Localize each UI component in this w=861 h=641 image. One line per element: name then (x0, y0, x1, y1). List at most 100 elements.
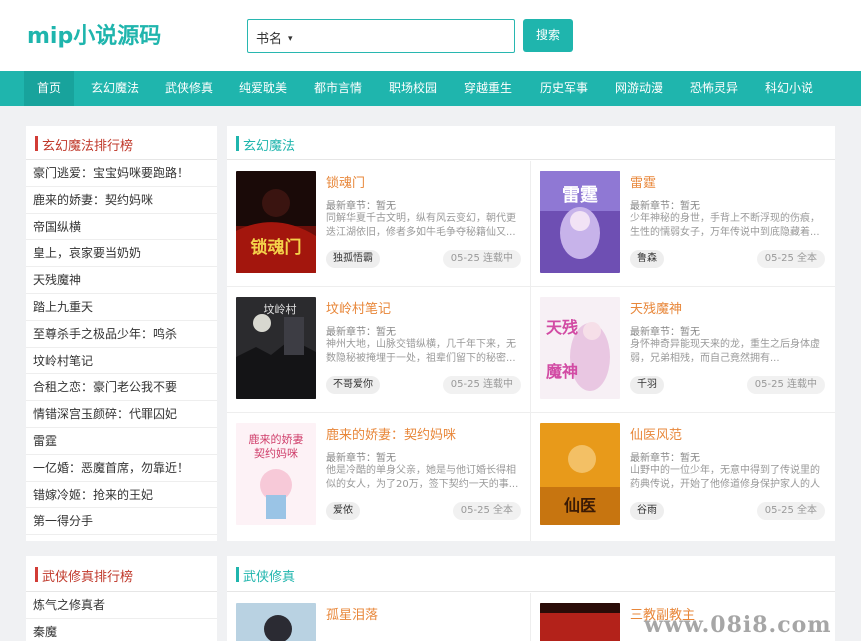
book-cover[interactable]: 雷霆 (540, 171, 620, 273)
book-card[interactable]: 坟岭村 坟岭村笔记 最新章节：暂无 神州大地，山脉交错纵横，几千年下来，无数隐秘… (227, 287, 531, 413)
search-input[interactable] (320, 24, 510, 48)
title-marker (236, 567, 239, 582)
book-cover[interactable]: 仙医 (540, 423, 620, 525)
svg-text:仙医: 仙医 (564, 496, 596, 515)
rank-panel-header: 玄幻魔法排行榜 (26, 126, 217, 160)
category-panel-header: 武侠修真 (227, 556, 835, 592)
nav-item-home[interactable]: 首页 (24, 71, 74, 106)
book-description: 神州大地，山脉交错纵横，几千年下来，无数隐秘被掩埋于一处，祖辈们留下的秘密... (326, 339, 516, 364)
chevron-down-icon: ▾ (288, 34, 293, 44)
search-type-label: 书名 (256, 32, 283, 47)
nav-item-campus[interactable]: 职场校园 (383, 71, 443, 106)
svg-text:雷霆: 雷霆 (562, 185, 598, 206)
book-description: 同解华夏千古文明，纵有风云变幻，朝代更迭江湖依旧，修者多如牛毛争夺秘籍仙又... (326, 213, 516, 238)
nav-item-urban[interactable]: 都市言情 (308, 71, 368, 106)
rank-panel-title: 武侠修真排行榜 (42, 570, 134, 585)
title-marker (236, 136, 239, 151)
category-panel-title[interactable]: 玄幻魔法 (243, 135, 295, 154)
book-latest-chapter: 最新章节：暂无 (630, 201, 700, 212)
book-card[interactable]: 鹿来的娇妻 契约妈咪 鹿来的娇妻：契约妈咪 最新章节：暂无 他是冷酷的单身父亲，… (227, 413, 531, 539)
book-title[interactable]: 坟岭村笔记 (326, 298, 391, 317)
category-panel-fantasy: 玄幻魔法 锁魂门 锁魂门 最新章节：暂无 同解华夏千古文明，纵有风云变幻，朝代更… (227, 126, 835, 541)
book-title[interactable]: 雷霆 (630, 172, 656, 191)
svg-text:鹿来的娇妻: 鹿来的娇妻 (249, 432, 304, 446)
book-cover[interactable]: 天残 魔神 (540, 297, 620, 399)
book-latest-chapter: 最新章节：暂无 (630, 327, 700, 338)
title-marker (35, 136, 38, 151)
rank-item[interactable]: 第一得分手 (26, 508, 217, 536)
rank-item[interactable]: 一亿婚：恶魔首席，勿靠近！ (26, 455, 217, 482)
book-card[interactable]: 孤星泪落 (227, 593, 531, 641)
book-title[interactable]: 孤星泪落 (326, 604, 378, 623)
book-latest-chapter: 最新章节：暂无 (326, 201, 396, 212)
book-title[interactable]: 鹿来的娇妻：契约妈咪 (326, 424, 456, 443)
book-author-badge[interactable]: 鲁森 (630, 250, 664, 268)
book-author-badge[interactable]: 千羽 (630, 376, 664, 394)
site-logo[interactable]: mip小说源码 (27, 18, 161, 50)
book-description: 身怀神奇异能现天来的龙，重生之后身体虚弱，兄弟相残，而自己竟然拥有... (630, 339, 820, 364)
category-panel-title[interactable]: 武侠修真 (243, 566, 295, 585)
svg-text:契约妈咪: 契约妈咪 (254, 446, 298, 460)
nav-item-rebirth[interactable]: 穿越重生 (458, 71, 518, 106)
nav-item-wuxia[interactable]: 武侠修真 (159, 71, 219, 106)
search-box: 书名 ▾ (247, 19, 515, 53)
book-latest-chapter: 最新章节：暂无 (326, 327, 396, 338)
book-description: 山野中的一位少年，无意中得到了传说里的药典传说，开始了他修道修身保护家人的人生.… (630, 465, 820, 490)
title-marker (35, 567, 38, 582)
nav-item-danmei[interactable]: 纯爱耽美 (233, 71, 293, 106)
rank-item[interactable]: 炼气之修真者 (26, 592, 217, 619)
nav-item-horror[interactable]: 恐怖灵异 (684, 71, 744, 106)
book-author-badge[interactable]: 谷雨 (630, 502, 664, 520)
nav-item-fantasy[interactable]: 玄幻魔法 (85, 71, 145, 106)
rank-item[interactable]: 天残魔神 (26, 267, 217, 294)
book-card[interactable]: 锁魂门 锁魂门 最新章节：暂无 同解华夏千古文明，纵有风云变幻，朝代更迭江湖依旧… (227, 161, 531, 287)
book-cover[interactable] (540, 603, 620, 641)
rank-item[interactable]: 错嫁冷姬：抢来的王妃 (26, 482, 217, 509)
rank-item[interactable]: 鹿来的娇妻：契约妈咪 (26, 187, 217, 214)
rank-panel-wuxia: 武侠修真排行榜 炼气之修真者 秦魔 (26, 556, 217, 641)
nav-item-game[interactable]: 网游动漫 (609, 71, 669, 106)
book-title[interactable]: 锁魂门 (326, 172, 365, 191)
book-status-badge: 05-25 连载中 (442, 250, 521, 268)
rank-item[interactable]: 雷霆 (26, 428, 217, 455)
header: mip小说源码 书名 ▾ 搜索 (0, 0, 861, 71)
svg-text:魔神: 魔神 (546, 362, 578, 381)
book-cover[interactable]: 鹿来的娇妻 契约妈咪 (236, 423, 316, 525)
rank-panel-header: 武侠修真排行榜 (26, 556, 217, 592)
rank-item[interactable]: 皇上，哀家要当奶奶 (26, 240, 217, 268)
search-button[interactable]: 搜索 (523, 19, 573, 52)
book-card[interactable]: 雷霆 雷霆 最新章节：暂无 少年神秘的身世，手背上不断浮现的伤痕，生性的懦弱女子… (531, 161, 835, 287)
svg-text:坟岭村: 坟岭村 (264, 302, 297, 316)
rank-item[interactable]: 合租之恋：豪门老公我不要 (26, 374, 217, 402)
book-cover[interactable]: 坟岭村 (236, 297, 316, 399)
book-author-badge[interactable]: 独孤悟霸 (326, 250, 380, 268)
main-nav: 首页 玄幻魔法 武侠修真 纯爱耽美 都市言情 职场校园 穿越重生 历史军事 网游… (0, 71, 861, 106)
book-title[interactable]: 天残魔神 (630, 298, 682, 317)
book-card[interactable]: 仙医 仙医风范 最新章节：暂无 山野中的一位少年，无意中得到了传说里的药典传说，… (531, 413, 835, 539)
book-cover[interactable]: 锁魂门 (236, 171, 316, 273)
rank-item[interactable]: 至尊杀手之极品少年：鸣杀 (26, 321, 217, 348)
category-panel-header: 玄幻魔法 (227, 126, 835, 160)
rank-item[interactable]: 情错深宫玉颜碎：代罪囚妃 (26, 401, 217, 428)
book-description: 他是冷酷的单身父亲，她是与他订婚长得相似的女人，为了20万，签下契约一天的事..… (326, 465, 519, 490)
book-cover[interactable] (236, 603, 316, 641)
book-latest-chapter: 最新章节：暂无 (326, 453, 396, 464)
book-card[interactable]: 天残 魔神 天残魔神 最新章节：暂无 身怀神奇异能现天来的龙，重生之后身体虚弱，… (531, 287, 835, 413)
book-author-badge[interactable]: 爱侬 (326, 502, 360, 520)
rank-item[interactable]: 坟岭村笔记 (26, 348, 217, 375)
book-status-badge: 05-25 连载中 (442, 376, 521, 394)
nav-item-history[interactable]: 历史军事 (534, 71, 594, 106)
rank-item[interactable]: 帝国纵横 (26, 214, 217, 241)
search-type-select[interactable]: 书名 ▾ (256, 28, 293, 47)
book-author-badge[interactable]: 不哥爱你 (326, 376, 380, 394)
rank-list: 豪门逃爱：宝宝妈咪要跑路！ 鹿来的娇妻：契约妈咪 帝国纵横 皇上，哀家要当奶奶 … (26, 160, 217, 536)
book-latest-chapter: 最新章节：暂无 (630, 453, 700, 464)
rank-item[interactable]: 踏上九重天 (26, 294, 217, 321)
rank-list: 炼气之修真者 秦魔 (26, 592, 217, 641)
rank-item[interactable]: 秦魔 (26, 619, 217, 641)
book-status-badge: 05-25 全本 (756, 250, 825, 268)
nav-item-scifi[interactable]: 科幻小说 (759, 71, 819, 106)
rank-panel-title: 玄幻魔法排行榜 (42, 139, 134, 154)
rank-item[interactable]: 豪门逃爱：宝宝妈咪要跑路！ (26, 160, 217, 187)
book-title[interactable]: 仙医风范 (630, 424, 682, 443)
